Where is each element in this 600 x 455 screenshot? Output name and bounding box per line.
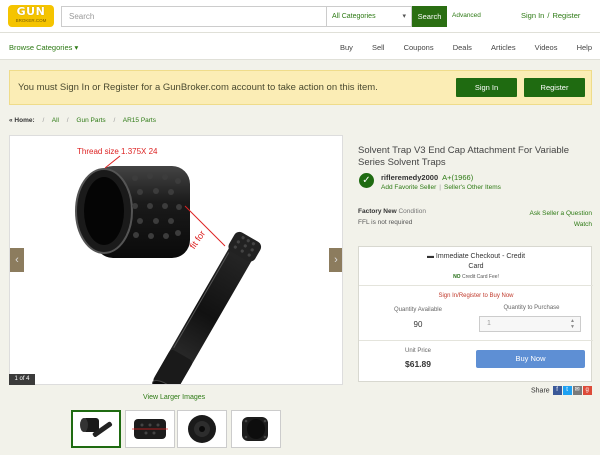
advanced-search-link[interactable]: Advanced — [452, 12, 481, 19]
no-cc-fee-text: Credit Card Fee! — [461, 274, 499, 280]
register-link[interactable]: Register — [552, 11, 580, 20]
thumbnail-2[interactable] — [125, 410, 175, 448]
unit-price-value: $61.89 — [405, 359, 431, 369]
breadcrumb-gun-parts[interactable]: Gun Parts — [76, 117, 105, 124]
browse-categories-label: Browse Categories — [9, 43, 73, 52]
share-label: Share — [531, 387, 550, 395]
watch-link[interactable]: Watch — [529, 219, 592, 230]
verified-seller-check-icon: ✓ — [359, 173, 374, 188]
checkout-label: Immediate Checkout - Credit — [435, 253, 526, 260]
category-select-value: All Categories — [332, 13, 376, 20]
thumbnail-image — [80, 418, 113, 437]
banner-sign-in-button[interactable]: Sign In — [456, 78, 517, 97]
quantity-available-value: 90 — [413, 320, 423, 329]
top-bar: GUN BROKER.COM Search All Categories ▾ S… — [0, 0, 600, 33]
next-image-arrow[interactable]: › — [329, 248, 342, 272]
facebook-icon[interactable]: f — [552, 386, 562, 395]
logo-text: GUN — [16, 5, 46, 18]
google-plus-icon[interactable]: g — [582, 386, 592, 395]
seller-name-link[interactable]: rifleremedy2000 — [381, 173, 438, 182]
nav-bar: Browse Categories ▾ Buy Sell Coupons Dea… — [0, 33, 600, 60]
add-favorite-seller-link[interactable]: Add Favorite Seller — [381, 184, 436, 191]
caret-down-icon: ▾ — [74, 43, 79, 52]
nav-help[interactable]: Help — [577, 43, 592, 52]
email-icon[interactable]: ✉ — [572, 386, 582, 395]
item-title: Solvent Trap V3 End Cap Attachment For V… — [358, 145, 570, 168]
auth-separator: / — [547, 11, 550, 20]
divider — [359, 285, 593, 286]
banner-register-button[interactable]: Register — [524, 78, 585, 97]
thumbnail-1[interactable] — [71, 410, 121, 448]
image-counter: 1 of 4 — [9, 374, 35, 385]
thumbnail-4[interactable] — [231, 410, 281, 448]
buy-now-button[interactable]: Buy Now — [476, 350, 585, 368]
thumbnail-image — [242, 417, 268, 441]
breadcrumb-all[interactable]: All — [52, 117, 59, 124]
chevron-down-icon: ▾ — [402, 13, 406, 20]
prev-image-arrow[interactable]: ‹ — [10, 248, 24, 272]
quantity-stepper[interactable]: 1 ▲ ▼ — [479, 316, 581, 332]
quantity-to-purchase-label: Quantity to Purchase — [503, 305, 560, 311]
breadcrumb-home[interactable]: « Home: — [9, 117, 35, 124]
credit-card-icon: ▬ — [426, 253, 434, 260]
search-input[interactable]: Search — [61, 6, 326, 27]
main-nav: Buy Sell Coupons Deals Articles Videos H… — [323, 43, 592, 52]
browse-categories-menu[interactable]: Browse Categories ▾ — [9, 43, 78, 52]
thumbnail-image — [188, 415, 216, 443]
breadcrumb-separator: / — [42, 117, 45, 124]
checkout-label-card: Card — [468, 263, 484, 270]
checkout-type: ▬ Immediate Checkout - Credit Card — [359, 252, 593, 272]
buy-box: ▬ Immediate Checkout - Credit Card NO Cr… — [358, 246, 593, 382]
banner-message: You must Sign In or Register for a GunBr… — [18, 82, 378, 93]
divider — [359, 340, 593, 341]
thumbnail-3[interactable] — [177, 410, 227, 448]
fit-for-annotation: fit for — [188, 229, 208, 251]
nav-sell[interactable]: Sell — [372, 43, 385, 52]
sign-in-banner: You must Sign In or Register for a GunBr… — [9, 70, 592, 105]
sign-in-to-buy-link[interactable]: Sign In/Register to Buy Now — [359, 293, 593, 299]
nav-videos[interactable]: Videos — [535, 43, 558, 52]
breadcrumb: « Home: / All / Gun Parts / AR15 Parts — [9, 117, 156, 124]
thumbnail-image — [132, 419, 168, 439]
product-image: Thread size 1.375X 24 fit for — [75, 147, 262, 384]
search-button[interactable]: Search — [412, 6, 447, 27]
quantity-available-label: Quantity Available — [394, 307, 442, 313]
seller-links: Add Favorite Seller | Seller's Other Items — [381, 184, 501, 191]
ffl-requirement: FFL is not required — [358, 219, 413, 226]
main-image-panel[interactable]: Thread size 1.375X 24 fit for ‹ › — [9, 135, 343, 385]
gunbroker-logo[interactable]: GUN BROKER.COM — [8, 5, 54, 27]
sellers-other-items-link[interactable]: Seller's Other Items — [444, 184, 501, 191]
stepper-arrows-icon[interactable]: ▲ ▼ — [570, 318, 575, 330]
item-condition: Factory New Condition — [358, 208, 426, 215]
category-select[interactable]: All Categories ▾ — [326, 6, 412, 27]
no-cc-fee-note: NO Credit Card Fee! — [359, 274, 593, 280]
nav-buy[interactable]: Buy — [340, 43, 353, 52]
ask-seller-link[interactable]: Ask Seller a Question — [529, 208, 592, 219]
breadcrumb-separator: / — [66, 117, 69, 124]
seller-rating-link[interactable]: A+(1966) — [442, 173, 473, 182]
condition-label: Condition — [398, 208, 426, 215]
unit-price-label: Unit Price — [404, 348, 431, 354]
quantity-value: 1 — [487, 320, 491, 327]
link-separator: | — [439, 184, 441, 191]
share-bar: Share f t ✉ g — [531, 386, 592, 395]
seller-info: rifleremedy2000 A+(1966) — [381, 173, 473, 182]
sign-in-link[interactable]: Sign In — [521, 11, 544, 20]
nav-articles[interactable]: Articles — [491, 43, 516, 52]
breadcrumb-separator: / — [113, 117, 116, 124]
twitter-icon[interactable]: t — [562, 386, 572, 395]
nav-coupons[interactable]: Coupons — [404, 43, 434, 52]
view-larger-images-link[interactable]: View Larger Images — [143, 394, 205, 401]
condition-value: Factory New — [358, 208, 397, 215]
auth-links: Sign In / Register — [521, 11, 580, 20]
nav-deals[interactable]: Deals — [453, 43, 472, 52]
logo-subtext: BROKER.COM — [15, 18, 47, 23]
no-cc-fee-bold: NO — [453, 274, 461, 280]
breadcrumb-ar15-parts[interactable]: AR15 Parts — [123, 117, 156, 124]
item-actions: Ask Seller a Question Watch — [529, 208, 592, 230]
thread-size-annotation: Thread size 1.375X 24 — [77, 147, 158, 156]
end-cap-graphic — [75, 166, 190, 258]
